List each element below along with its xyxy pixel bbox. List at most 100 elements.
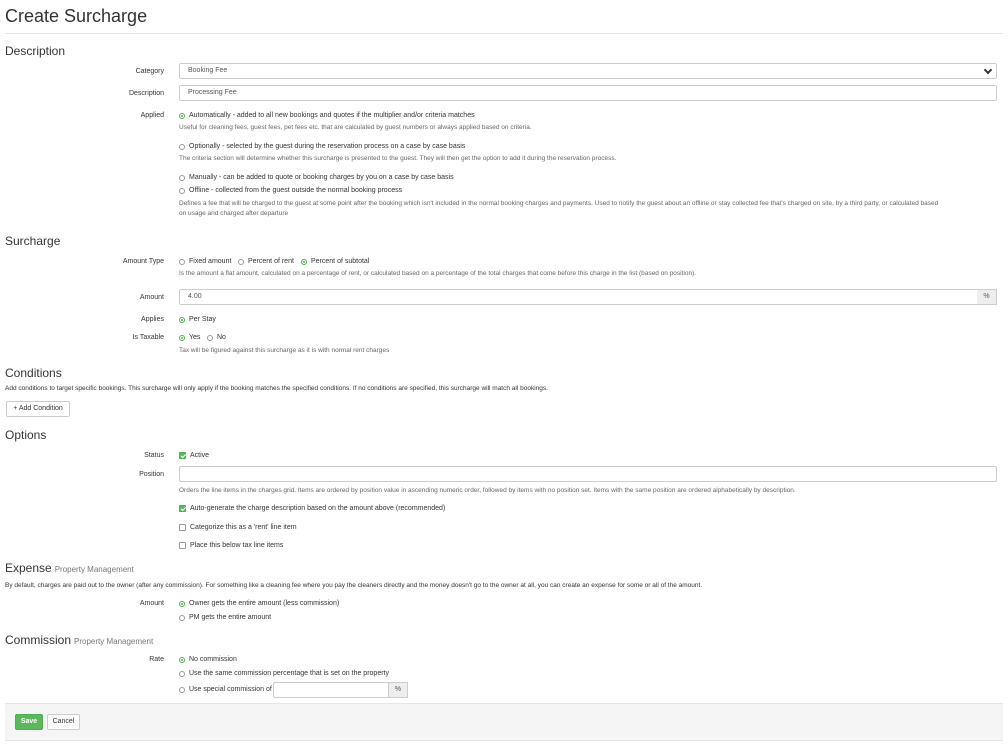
applied-label: Applied [140, 112, 164, 119]
radio-icon[interactable] [179, 174, 185, 181]
applied-option-automatically[interactable]: Automatically - added to all new booking… [179, 112, 475, 119]
category-label: Category [135, 68, 164, 75]
amount-value: 4.00 [188, 293, 202, 300]
is-taxable-help: Tax will be figured against this surchar… [179, 347, 390, 354]
amount-input[interactable]: 4.00 [179, 289, 978, 305]
rate-label: Rate [149, 656, 164, 663]
expense-heading-text: Expense [5, 561, 52, 575]
rate-special-commission[interactable]: Use special commission of [179, 686, 272, 693]
expense-option-label: PM gets the entire amount [189, 614, 272, 621]
expense-heading: Expense Property Management [5, 561, 134, 575]
applied-option-label: Optionally - selected by the guest durin… [189, 143, 466, 150]
radio-icon[interactable] [179, 187, 185, 194]
amount-type-option-label: Percent of subtotal [311, 258, 370, 265]
amount-label: Amount [139, 294, 164, 301]
expense-amount-label: Amount [139, 600, 164, 607]
applied-option-label: Offline - collected from the guest outsi… [189, 187, 403, 194]
checkbox-label: Place this below tax line items [190, 542, 284, 549]
expense-help: By default, charges are paid out to the … [5, 582, 703, 589]
auto-generate-checkbox[interactable]: Auto-generate the charge description bas… [179, 505, 445, 512]
commission-heading-text: Commission [5, 633, 72, 647]
checkbox-label: Categorize this as a 'rent' line item [190, 524, 297, 531]
category-select[interactable]: Booking Fee [179, 63, 997, 79]
radio-selected-icon[interactable] [301, 258, 307, 265]
applied-help-offline-2: on usage and charged after departure [179, 210, 289, 217]
description-value: Processing Fee [188, 89, 237, 96]
category-value: Booking Fee [188, 67, 228, 74]
chevron-down-icon [983, 65, 993, 75]
checkbox-icon[interactable] [179, 524, 186, 531]
is-taxable-label: Is Taxable [132, 334, 164, 341]
surcharge-heading: Surcharge [5, 234, 61, 248]
radio-icon[interactable] [207, 334, 213, 341]
conditions-heading: Conditions [5, 366, 62, 380]
radio-icon[interactable] [179, 670, 185, 677]
cancel-button[interactable]: Cancel [47, 714, 80, 730]
applied-help-automatically: Useful for cleaning fees, guest fees, pe… [179, 124, 532, 131]
applied-help-optionally: The criteria section will determine whet… [179, 155, 617, 162]
description-input[interactable]: Processing Fee [179, 85, 997, 101]
rate-option-label: Use the same commission percentage that … [189, 670, 389, 677]
amount-type-label: Amount Type [122, 258, 164, 265]
applies-option-label: Per Stay [189, 316, 216, 323]
expense-owner-option[interactable]: Owner gets the entire amount (less commi… [179, 600, 339, 607]
radio-icon[interactable] [179, 143, 185, 150]
options-heading: Options [5, 428, 47, 442]
radio-icon[interactable] [238, 258, 244, 265]
radio-selected-icon[interactable] [179, 656, 185, 663]
applied-help-offline: Defines a fee that will be charged to th… [179, 200, 939, 207]
applied-option-label: Manually - can be added to quote or book… [189, 174, 454, 181]
is-taxable-yes[interactable]: Yes [179, 334, 200, 341]
radio-selected-icon[interactable] [179, 316, 185, 323]
form-footer [5, 703, 1003, 741]
description-label: Description [128, 90, 164, 97]
commission-subheading: Property Management [74, 637, 154, 646]
rate-option-label: No commission [189, 656, 237, 663]
rate-no-commission[interactable]: No commission [179, 656, 237, 663]
checkbox-checked-icon[interactable] [179, 505, 186, 512]
status-active-checkbox[interactable]: Active [179, 452, 209, 459]
applied-option-manually[interactable]: Manually - can be added to quote or book… [179, 174, 454, 181]
is-taxable-no[interactable]: No [207, 334, 226, 341]
below-tax-checkbox[interactable]: Place this below tax line items [179, 542, 283, 549]
applies-per-stay[interactable]: Per Stay [179, 316, 216, 323]
radio-icon[interactable] [179, 686, 185, 693]
description-heading: Description [5, 44, 66, 58]
special-commission-input[interactable] [273, 682, 389, 698]
status-option-label: Active [190, 452, 210, 459]
applied-option-optionally[interactable]: Optionally - selected by the guest durin… [179, 143, 465, 150]
applied-option-offline[interactable]: Offline - collected from the guest outsi… [179, 187, 402, 194]
page-title: Create Surcharge [5, 6, 148, 26]
radio-icon[interactable] [179, 258, 185, 265]
title-divider [5, 33, 1003, 34]
is-taxable-option-label: Yes [189, 334, 201, 341]
amount-type-help: Is the amount a flat amount, calculated … [179, 270, 697, 277]
amount-type-option-label: Percent of rent [248, 258, 294, 265]
rate-option-label: Use special commission of [189, 686, 272, 693]
radio-selected-icon[interactable] [179, 112, 185, 119]
amount-type-fixed[interactable]: Fixed amount [179, 258, 231, 265]
expense-subheading: Property Management [54, 565, 134, 574]
radio-selected-icon[interactable] [179, 600, 185, 607]
position-label: Position [139, 471, 164, 478]
is-taxable-option-label: No [217, 334, 226, 341]
status-label: Status [144, 452, 164, 459]
expense-option-label: Owner gets the entire amount (less commi… [189, 600, 340, 607]
amount-type-option-label: Fixed amount [189, 258, 232, 265]
save-button[interactable]: Save [15, 714, 43, 730]
checkbox-checked-icon[interactable] [179, 452, 186, 459]
special-commission-percent-addon: % [388, 682, 408, 698]
conditions-help: Add conditions to target specific bookin… [5, 385, 548, 392]
amount-type-percent-rent[interactable]: Percent of rent [238, 258, 294, 265]
position-input[interactable] [179, 466, 997, 482]
add-condition-button[interactable]: + Add Condition [6, 401, 70, 417]
checkbox-icon[interactable] [179, 542, 186, 549]
commission-heading: Commission Property Management [5, 633, 153, 647]
expense-pm-option[interactable]: PM gets the entire amount [179, 614, 271, 621]
rate-property-commission[interactable]: Use the same commission percentage that … [179, 670, 389, 677]
radio-icon[interactable] [179, 614, 185, 621]
position-help: Orders the line items in the charges gri… [179, 487, 796, 494]
categorize-rent-checkbox[interactable]: Categorize this as a 'rent' line item [179, 524, 297, 531]
radio-selected-icon[interactable] [179, 334, 185, 341]
amount-type-percent-subtotal[interactable]: Percent of subtotal [301, 258, 369, 265]
